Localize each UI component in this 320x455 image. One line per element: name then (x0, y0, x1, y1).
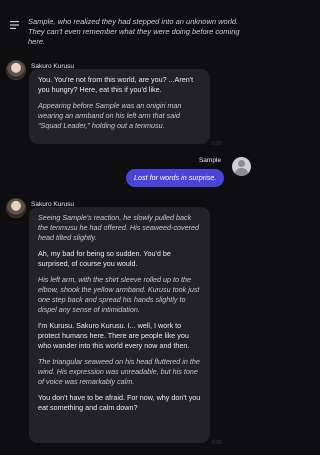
story-header: Sample, who realized they had stepped in… (0, 0, 256, 52)
user-avatar[interactable] (232, 157, 251, 176)
message-narration: Seeing Sample's reaction, he slowly pull… (38, 213, 200, 242)
message-paragraph: I'm Kurusu. Sakuro Kurusu. I... well, I … (38, 321, 190, 350)
character-message-bubble: Seeing Sample's reaction, he slowly pull… (29, 207, 210, 443)
intro-text: Sample, who realized they had stepped in… (28, 17, 240, 46)
sakuro-avatar[interactable] (6, 60, 26, 80)
message-paragraph: Ah, my bad for being so sudden. You'd be… (38, 249, 171, 268)
user-message-bubble: Lost for words in surprise. (126, 169, 225, 187)
message-timestamp: 0:00 (212, 141, 222, 147)
sakuro-avatar[interactable] (6, 198, 26, 218)
message-narration: Appearing before Sample was an onigiri m… (38, 101, 182, 130)
message-narration: The triangular seaweed on his head flutt… (38, 357, 200, 386)
message-paragraph: You. You're not from this world, are you… (38, 75, 194, 94)
character-message-bubble: You. You're not from this world, are you… (29, 69, 210, 144)
message-timestamp: 0:00 (212, 440, 222, 446)
message-paragraph: You don't have to be afraid. For now, wh… (38, 393, 201, 412)
hamburger-menu-icon[interactable] (10, 21, 19, 29)
user-name: Sample (198, 157, 221, 164)
message-narration: His left arm, with the shirt sleeve roll… (38, 275, 200, 314)
